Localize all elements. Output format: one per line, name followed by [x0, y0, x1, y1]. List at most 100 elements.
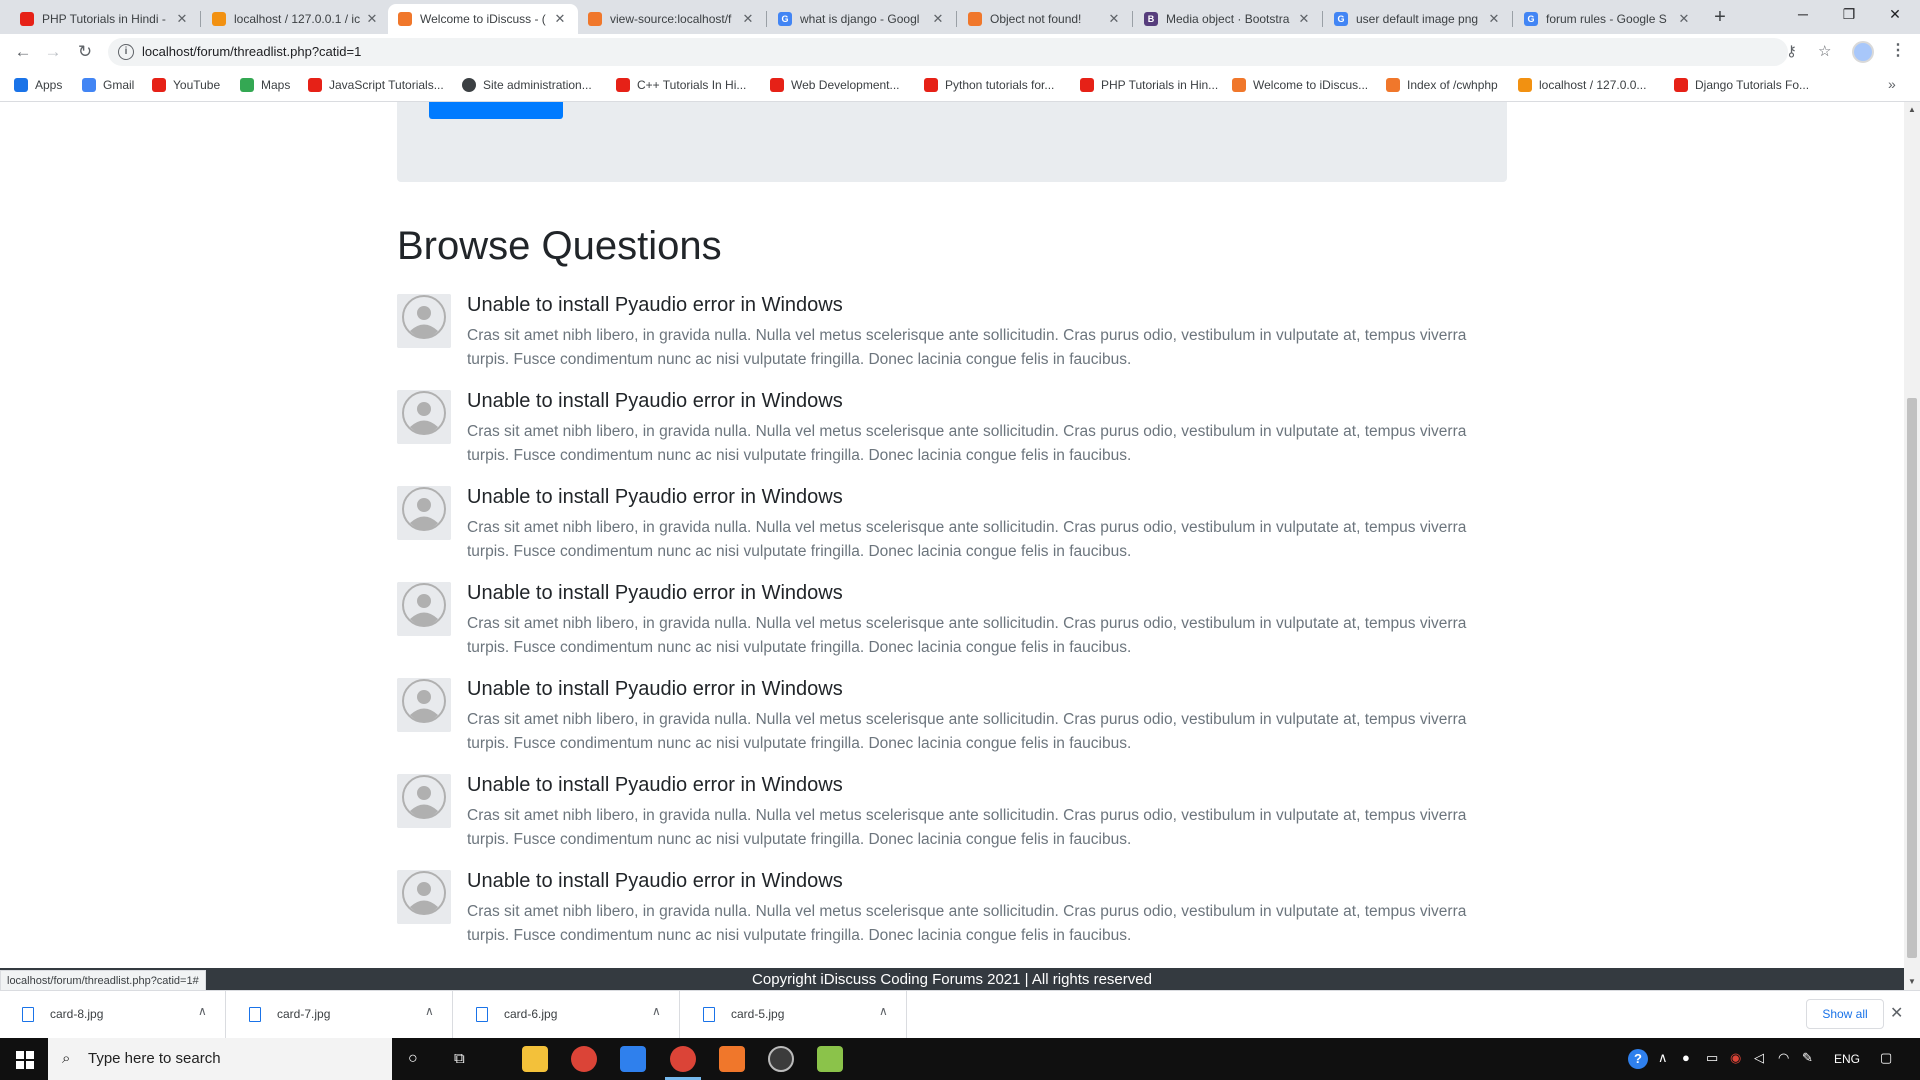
taskbar-search-box[interactable]: ⌕ Type here to search — [48, 1038, 392, 1080]
browser-tab-active[interactable]: Welcome to iDiscuss - ( ✕ — [388, 4, 578, 34]
bookmark-python[interactable]: Python tutorials for... — [924, 78, 1054, 92]
notepad-icon[interactable] — [817, 1046, 843, 1072]
scroll-down-icon[interactable]: ▼ — [1904, 974, 1920, 990]
key-icon[interactable]: ⚷ — [1786, 42, 1797, 60]
reload-icon[interactable]: ↻ — [72, 39, 98, 65]
info-icon[interactable]: i — [118, 44, 134, 60]
browser-tab[interactable]: view-source:localhost/f ✕ — [578, 4, 766, 34]
download-filename: card-8.jpg — [50, 1007, 104, 1021]
bookmark-localhost[interactable]: localhost / 127.0.0... — [1518, 78, 1646, 92]
forward-icon[interactable]: → — [40, 39, 66, 65]
show-all-downloads-button[interactable]: Show all — [1806, 999, 1884, 1029]
close-tab-icon[interactable]: ✕ — [174, 11, 190, 27]
browser-tab[interactable]: G what is django - Googl ✕ — [768, 4, 956, 34]
antivirus-icon[interactable]: ◉ — [1730, 1050, 1741, 1066]
scroll-up-icon[interactable]: ▲ — [1904, 102, 1920, 118]
download-item[interactable]: card-7.jpg ∧ — [227, 991, 453, 1039]
task-view-icon[interactable]: ⧉ — [454, 1050, 465, 1067]
tab-strip: PHP Tutorials in Hindi - ✕ localhost / 1… — [0, 0, 1920, 34]
language-indicator[interactable]: ENG — [1834, 1052, 1860, 1066]
browser-tab[interactable]: localhost / 127.0.0.1 / ic ✕ — [202, 4, 390, 34]
chrome-icon[interactable] — [571, 1046, 597, 1072]
menu-kebab-icon[interactable]: ⋮ — [1888, 40, 1908, 60]
close-tab-icon[interactable]: ✕ — [1296, 11, 1312, 27]
bookmark-maps[interactable]: Maps — [240, 78, 290, 92]
page-scrollbar[interactable]: ▲ ▼ — [1904, 102, 1920, 990]
bookmark-webdev[interactable]: Web Development... — [770, 78, 900, 92]
xampp-icon[interactable] — [719, 1046, 745, 1072]
bookmark-php[interactable]: PHP Tutorials in Hin... — [1080, 78, 1218, 92]
address-bar[interactable]: i localhost/forum/threadlist.php?catid=1… — [108, 38, 1831, 66]
obs-icon[interactable] — [768, 1046, 794, 1072]
close-window-button[interactable]: ✕ — [1872, 0, 1918, 30]
close-tab-icon[interactable]: ✕ — [1106, 11, 1122, 27]
question-title-link[interactable]: Unable to install Pyaudio error in Windo… — [467, 774, 843, 797]
bookmark-star-icon[interactable]: ☆ — [1818, 42, 1831, 60]
close-tab-icon[interactable]: ✕ — [1486, 11, 1502, 27]
url-text[interactable]: localhost/forum/threadlist.php?catid=1 — [142, 44, 361, 59]
question-title-link[interactable]: Unable to install Pyaudio error in Windo… — [467, 486, 843, 509]
wifi-icon[interactable]: ◠ — [1778, 1050, 1789, 1066]
bookmark-javascript[interactable]: JavaScript Tutorials... — [308, 78, 444, 92]
bookmark-label: JavaScript Tutorials... — [329, 78, 444, 92]
phpmyadmin-icon — [1518, 78, 1532, 92]
chevron-up-icon[interactable]: ∧ — [425, 1004, 434, 1018]
restore-button[interactable]: ❐ — [1826, 0, 1872, 30]
chevron-up-icon[interactable]: ∧ — [198, 1004, 207, 1018]
pen-icon[interactable]: ✎ — [1802, 1050, 1813, 1066]
download-item[interactable]: card-8.jpg ∧ — [0, 991, 226, 1039]
bookmark-django[interactable]: Django Tutorials Fo... — [1674, 78, 1809, 92]
bookmark-label: C++ Tutorials In Hi... — [637, 78, 747, 92]
file-explorer-icon[interactable] — [522, 1046, 548, 1072]
youtube-icon — [770, 78, 784, 92]
bookmark-youtube[interactable]: YouTube — [152, 78, 220, 92]
windows-start-icon[interactable] — [16, 1051, 34, 1069]
close-tab-icon[interactable]: ✕ — [364, 11, 380, 27]
close-tab-icon[interactable]: ✕ — [552, 11, 568, 27]
chrome-active-icon[interactable] — [670, 1046, 696, 1072]
question-title-link[interactable]: Unable to install Pyaudio error in Windo… — [467, 582, 843, 605]
close-tab-icon[interactable]: ✕ — [930, 11, 946, 27]
help-icon[interactable]: ? — [1628, 1049, 1648, 1069]
close-tab-icon[interactable]: ✕ — [740, 11, 756, 27]
new-tab-button[interactable]: + — [1708, 6, 1732, 30]
bookmark-apps[interactable]: Apps — [14, 78, 62, 92]
tab-divider — [956, 11, 957, 27]
browser-tab[interactable]: B Media object · Bootstra ✕ — [1134, 4, 1322, 34]
microphone-icon[interactable]: ● — [1682, 1050, 1690, 1065]
scrollbar-thumb[interactable] — [1907, 398, 1917, 958]
browser-tab[interactable]: G user default image png ✕ — [1324, 4, 1512, 34]
cortana-icon[interactable]: ○ — [408, 1050, 418, 1068]
browser-tab[interactable]: G forum rules - Google S ✕ — [1514, 4, 1702, 34]
question-title-link[interactable]: Unable to install Pyaudio error in Windo… — [467, 870, 843, 893]
bookmark-idiscuss[interactable]: Welcome to iDiscus... — [1232, 78, 1368, 92]
profile-avatar[interactable] — [1852, 41, 1874, 63]
bookmark-gmail[interactable]: Gmail — [82, 78, 134, 92]
more-bookmarks-icon[interactable]: » — [1888, 76, 1896, 92]
vscode-icon[interactable] — [620, 1046, 646, 1072]
bookmark-site-admin[interactable]: Site administration... — [462, 78, 592, 92]
bookmark-cpp[interactable]: C++ Tutorials In Hi... — [616, 78, 746, 92]
volume-icon[interactable]: ◁ — [1754, 1050, 1764, 1066]
browser-tab[interactable]: Object not found! ✕ — [958, 4, 1132, 34]
notification-icon[interactable]: ▢ — [1880, 1050, 1892, 1066]
browser-tab[interactable]: PHP Tutorials in Hindi - ✕ — [10, 4, 200, 34]
close-tab-icon[interactable]: ✕ — [1676, 11, 1692, 27]
question-item: Unable to install Pyaudio error in Windo… — [397, 678, 1507, 768]
battery-icon[interactable]: ▭ — [1706, 1050, 1718, 1066]
chevron-up-icon[interactable]: ∧ — [652, 1004, 661, 1018]
chevron-up-icon[interactable]: ∧ — [1658, 1050, 1668, 1066]
bookmark-cwhphp[interactable]: Index of /cwhphp — [1386, 78, 1498, 92]
close-shelf-icon[interactable]: ✕ — [1890, 1003, 1903, 1023]
download-item[interactable]: card-5.jpg ∧ — [681, 991, 907, 1039]
chevron-up-icon[interactable]: ∧ — [879, 1004, 888, 1018]
user-avatar-icon — [397, 678, 451, 732]
question-title-link[interactable]: Unable to install Pyaudio error in Windo… — [467, 294, 843, 317]
download-item[interactable]: card-6.jpg ∧ — [454, 991, 680, 1039]
question-title-link[interactable]: Unable to install Pyaudio error in Windo… — [467, 678, 843, 701]
phpmyadmin-favicon-icon — [212, 12, 226, 26]
back-icon[interactable]: ← — [10, 39, 36, 65]
question-title-link[interactable]: Unable to install Pyaudio error in Windo… — [467, 390, 843, 413]
jumbotron-button[interactable] — [429, 102, 563, 119]
minimize-button[interactable]: ─ — [1780, 0, 1826, 30]
